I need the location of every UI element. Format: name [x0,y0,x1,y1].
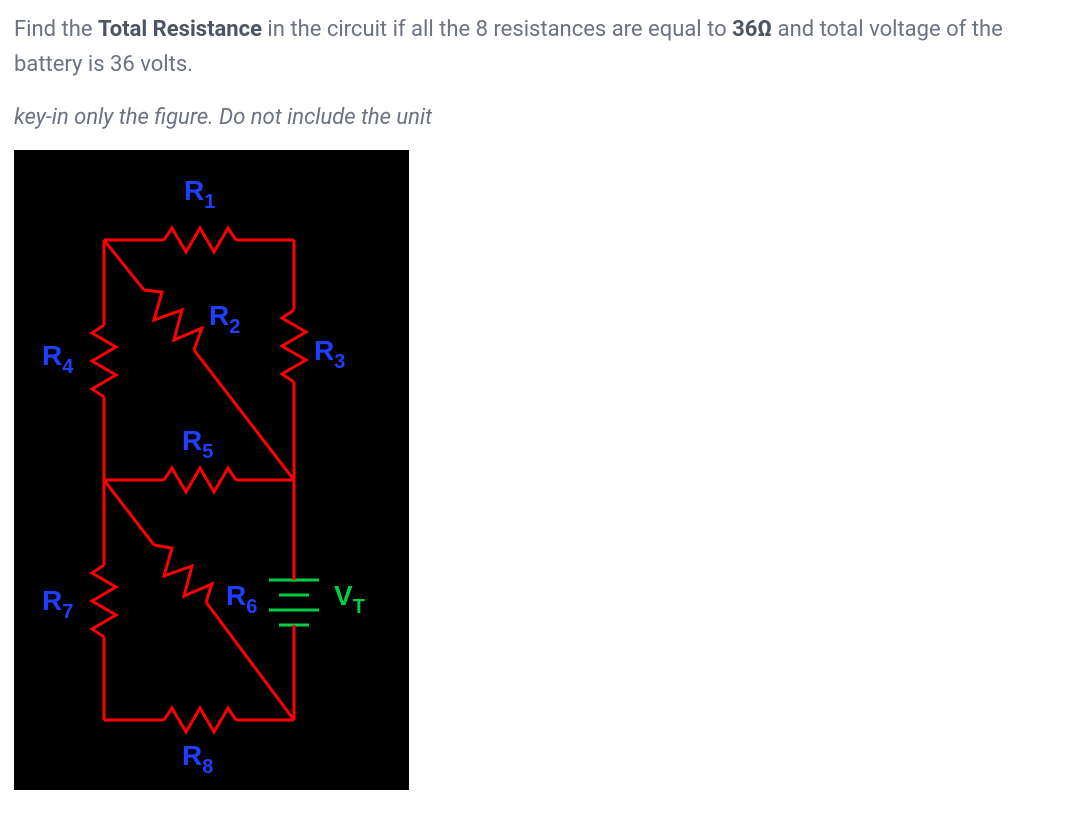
resistor-r5 [164,468,236,492]
label-r7: R7 [42,585,73,623]
resistor-r3 [282,310,306,382]
resistor-r1 [164,228,236,252]
resistor-r8 [164,708,236,732]
circuit-diagram: R1 R2 R3 R4 R5 R6 R7 R8 VT [14,150,409,790]
instruction-text: key-in only the figure. Do not include t… [14,100,1066,135]
resistor-r6 [154,545,212,602]
label-r5: R5 [182,425,213,463]
content-area: Find the Total Resistance in the circuit… [14,12,1066,790]
resistor-r2 [144,290,202,350]
problem-prefix: Find the [14,17,98,42]
problem-bold: Total Resistance [98,17,262,42]
label-r8: R8 [182,740,213,778]
circuit-svg: R1 R2 R3 R4 R5 R6 R7 R8 VT [14,150,409,790]
wire [104,480,154,545]
label-r6: R6 [226,580,257,618]
problem-value: 36Ω [732,17,772,42]
label-r2: R2 [209,300,240,338]
label-r3: R3 [314,335,345,373]
label-vt: VT [334,580,365,618]
wire [206,602,294,720]
problem-text: Find the Total Resistance in the circuit… [14,12,1066,82]
label-r1: R1 [184,175,215,213]
problem-mid1: in the circuit if all the 8 resistances … [262,17,732,42]
wire [104,240,144,290]
resistor-r4 [92,325,116,397]
label-r4: R4 [42,340,74,378]
resistor-r7 [92,565,116,637]
